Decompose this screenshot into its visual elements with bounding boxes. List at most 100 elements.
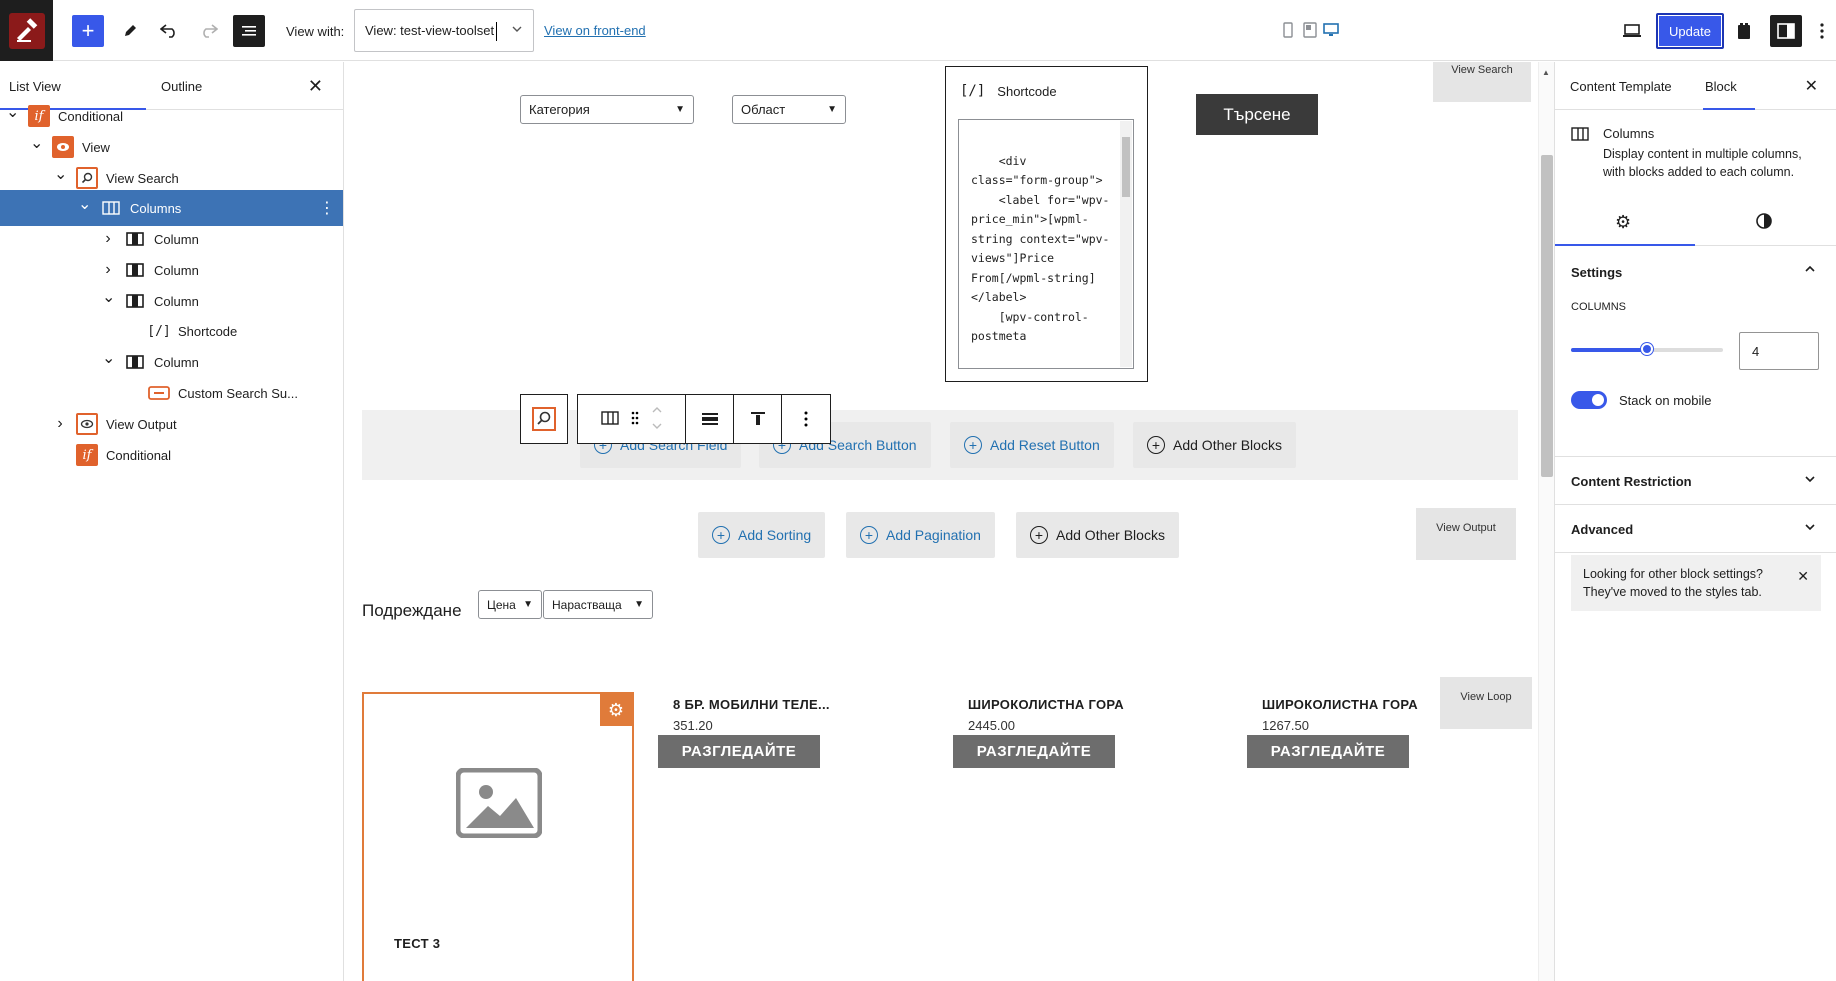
add-block-button[interactable]: + <box>72 15 104 47</box>
product-title[interactable]: ШИРОКОЛИСТНА ГОРА <box>1262 697 1418 712</box>
tab-outline[interactable]: Outline <box>161 79 202 94</box>
view-search-tag[interactable]: View Search <box>1433 62 1531 102</box>
chevron-up-icon[interactable] <box>1804 263 1816 278</box>
update-button[interactable]: Update <box>1656 13 1724 49</box>
chevron-right-icon[interactable]: › <box>102 230 114 248</box>
add-reset-button-label: Add Reset Button <box>990 437 1100 453</box>
tab-content-template[interactable]: Content Template <box>1570 79 1672 94</box>
columns-icon[interactable] <box>600 410 619 428</box>
list-view-panel: List View Outline ✕ ⌄ if Conditional ⌄ View ⌄… <box>0 62 344 981</box>
columns-label: COLUMNS <box>1571 301 1627 313</box>
image-placeholder-icon <box>455 767 543 841</box>
region-select-value: Област <box>741 102 786 117</box>
tab-block[interactable]: Block <box>1705 79 1737 94</box>
gear-icon[interactable]: ⚙ <box>600 694 632 726</box>
columns-number-input[interactable]: 4 <box>1739 332 1819 370</box>
sort-order-select[interactable]: Нарастваща ▼ <box>543 590 653 619</box>
options-kebab-icon[interactable] <box>1806 15 1836 47</box>
settings-gear-icon[interactable]: ⚙ <box>1615 212 1631 233</box>
view-loop-tag[interactable]: View Loop <box>1440 677 1532 729</box>
device-preview-group <box>1283 22 1339 38</box>
mobile-preview-icon[interactable] <box>1283 22 1297 38</box>
product-view-button[interactable]: РАЗГЛЕДАЙТЕ <box>953 735 1115 768</box>
drag-handle-icon[interactable] <box>631 411 639 428</box>
add-other-blocks-label-2: Add Other Blocks <box>1056 527 1165 543</box>
add-other-blocks-button[interactable]: + Add Other Blocks <box>1133 422 1296 468</box>
chevron-right-icon[interactable]: › <box>102 261 114 279</box>
columns-slider-thumb[interactable] <box>1641 343 1653 355</box>
settings-panel-toggle[interactable]: Settings <box>1571 265 1622 280</box>
styles-contrast-icon[interactable] <box>1755 212 1773 233</box>
tree-item-label: Column <box>154 354 199 370</box>
add-pagination-label: Add Pagination <box>886 527 981 543</box>
chevron-right-icon[interactable]: › <box>54 415 66 433</box>
add-reset-button-button[interactable]: + Add Reset Button <box>950 422 1114 468</box>
chevron-down-icon[interactable]: ⌄ <box>30 133 43 153</box>
chevron-down-icon[interactable]: ⌄ <box>6 102 19 122</box>
list-view-toggle-icon[interactable] <box>233 15 265 47</box>
close-icon[interactable]: ✕ <box>1797 567 1809 585</box>
chevron-down-icon <box>1804 473 1816 488</box>
product-title[interactable]: 8 БР. МОБИЛНИ ТЕЛЕ... <box>673 697 830 712</box>
preview-laptop-icon[interactable] <box>1616 15 1648 47</box>
toolset-block-icon[interactable] <box>1728 15 1760 47</box>
textarea-scrollbar[interactable] <box>1120 121 1132 367</box>
tab-list-view[interactable]: List View <box>9 79 61 94</box>
tree-item-options-icon[interactable]: ⋮ <box>319 198 335 218</box>
selected-product-card[interactable]: ⚙ ТЕСТ 3 <box>362 692 634 981</box>
product-price: 2445.00 <box>968 718 1015 733</box>
chevron-down-icon[interactable]: ⌄ <box>54 164 67 184</box>
view-output-icon <box>76 413 98 435</box>
align-icon[interactable] <box>686 395 734 443</box>
canvas-scroll-thumb[interactable] <box>1541 155 1553 477</box>
add-other-blocks-button-2[interactable]: + Add Other Blocks <box>1016 512 1179 558</box>
shortcode-textarea[interactable]: <div class="form-group"> <label for="wpv… <box>958 119 1134 369</box>
block-description: Display content in multiple columns, wit… <box>1603 147 1802 179</box>
more-options-icon[interactable] <box>782 395 830 443</box>
toolset-logo-icon <box>8 12 45 49</box>
product-view-button[interactable]: РАЗГЛЕДАЙТЕ <box>658 735 820 768</box>
category-select[interactable]: Категория ▼ <box>520 95 694 124</box>
shortcode-block[interactable]: [/] Shortcode <div class="form-group"> <… <box>945 66 1148 382</box>
card-title[interactable]: ТЕСТ 3 <box>394 936 440 951</box>
tree-item-label: Column <box>154 293 199 309</box>
sort-label: Подреждане <box>362 601 462 620</box>
canvas-scrollbar[interactable]: ▲ <box>1538 62 1554 981</box>
close-icon[interactable]: ✕ <box>308 76 323 97</box>
tree-item-label: Columns <box>130 200 182 216</box>
desktop-preview-icon[interactable] <box>1323 22 1339 38</box>
advanced-panel[interactable]: Advanced <box>1555 505 1836 553</box>
product-title[interactable]: ШИРОКОЛИСТНА ГОРА <box>968 697 1124 712</box>
chevron-down-icon[interactable]: ⌄ <box>102 348 115 368</box>
view-output-tag[interactable]: View Output <box>1416 508 1516 560</box>
sort-order-value: Нарастваща <box>552 597 622 612</box>
tree-item-conditional[interactable]: if Conditional <box>0 437 343 473</box>
move-up-down-icon[interactable] <box>651 404 663 435</box>
close-icon[interactable]: ✕ <box>1805 76 1818 96</box>
wordpress-logo[interactable] <box>0 0 53 61</box>
search-submit-button[interactable]: Търсене <box>1196 94 1318 135</box>
chevron-down-icon[interactable]: ⌄ <box>102 287 115 307</box>
view-with-select[interactable]: View: test-view-toolset <box>354 9 534 52</box>
redo-icon[interactable] <box>193 15 225 47</box>
chevron-down-icon[interactable]: ⌄ <box>78 194 91 214</box>
vertical-align-top-icon[interactable] <box>734 395 782 443</box>
column-icon <box>124 259 146 281</box>
sort-field-select[interactable]: Цена ▼ <box>478 590 542 619</box>
columns-slider[interactable] <box>1571 343 1723 355</box>
settings-sidebar-toggle-icon[interactable] <box>1770 15 1802 47</box>
product-view-button[interactable]: РАЗГЛЕДАЙТЕ <box>1247 735 1409 768</box>
chevron-down-icon: ▼ <box>827 104 837 115</box>
add-pagination-button[interactable]: + Add Pagination <box>846 512 995 558</box>
add-sorting-button[interactable]: + Add Sorting <box>698 512 826 558</box>
content-restriction-panel[interactable]: Content Restriction <box>1555 457 1836 505</box>
stack-on-mobile-label: Stack on mobile <box>1619 393 1712 408</box>
select-parent-view-search-icon[interactable] <box>520 394 568 444</box>
stack-on-mobile-toggle[interactable] <box>1571 391 1607 409</box>
product-price: 351.20 <box>673 718 713 733</box>
undo-icon[interactable] <box>153 15 185 47</box>
view-on-front-end-link[interactable]: View on front-end <box>544 23 646 38</box>
region-select[interactable]: Област ▼ <box>732 95 846 124</box>
tools-pencil-icon[interactable] <box>114 15 146 47</box>
tablet-preview-icon[interactable] <box>1303 22 1317 38</box>
